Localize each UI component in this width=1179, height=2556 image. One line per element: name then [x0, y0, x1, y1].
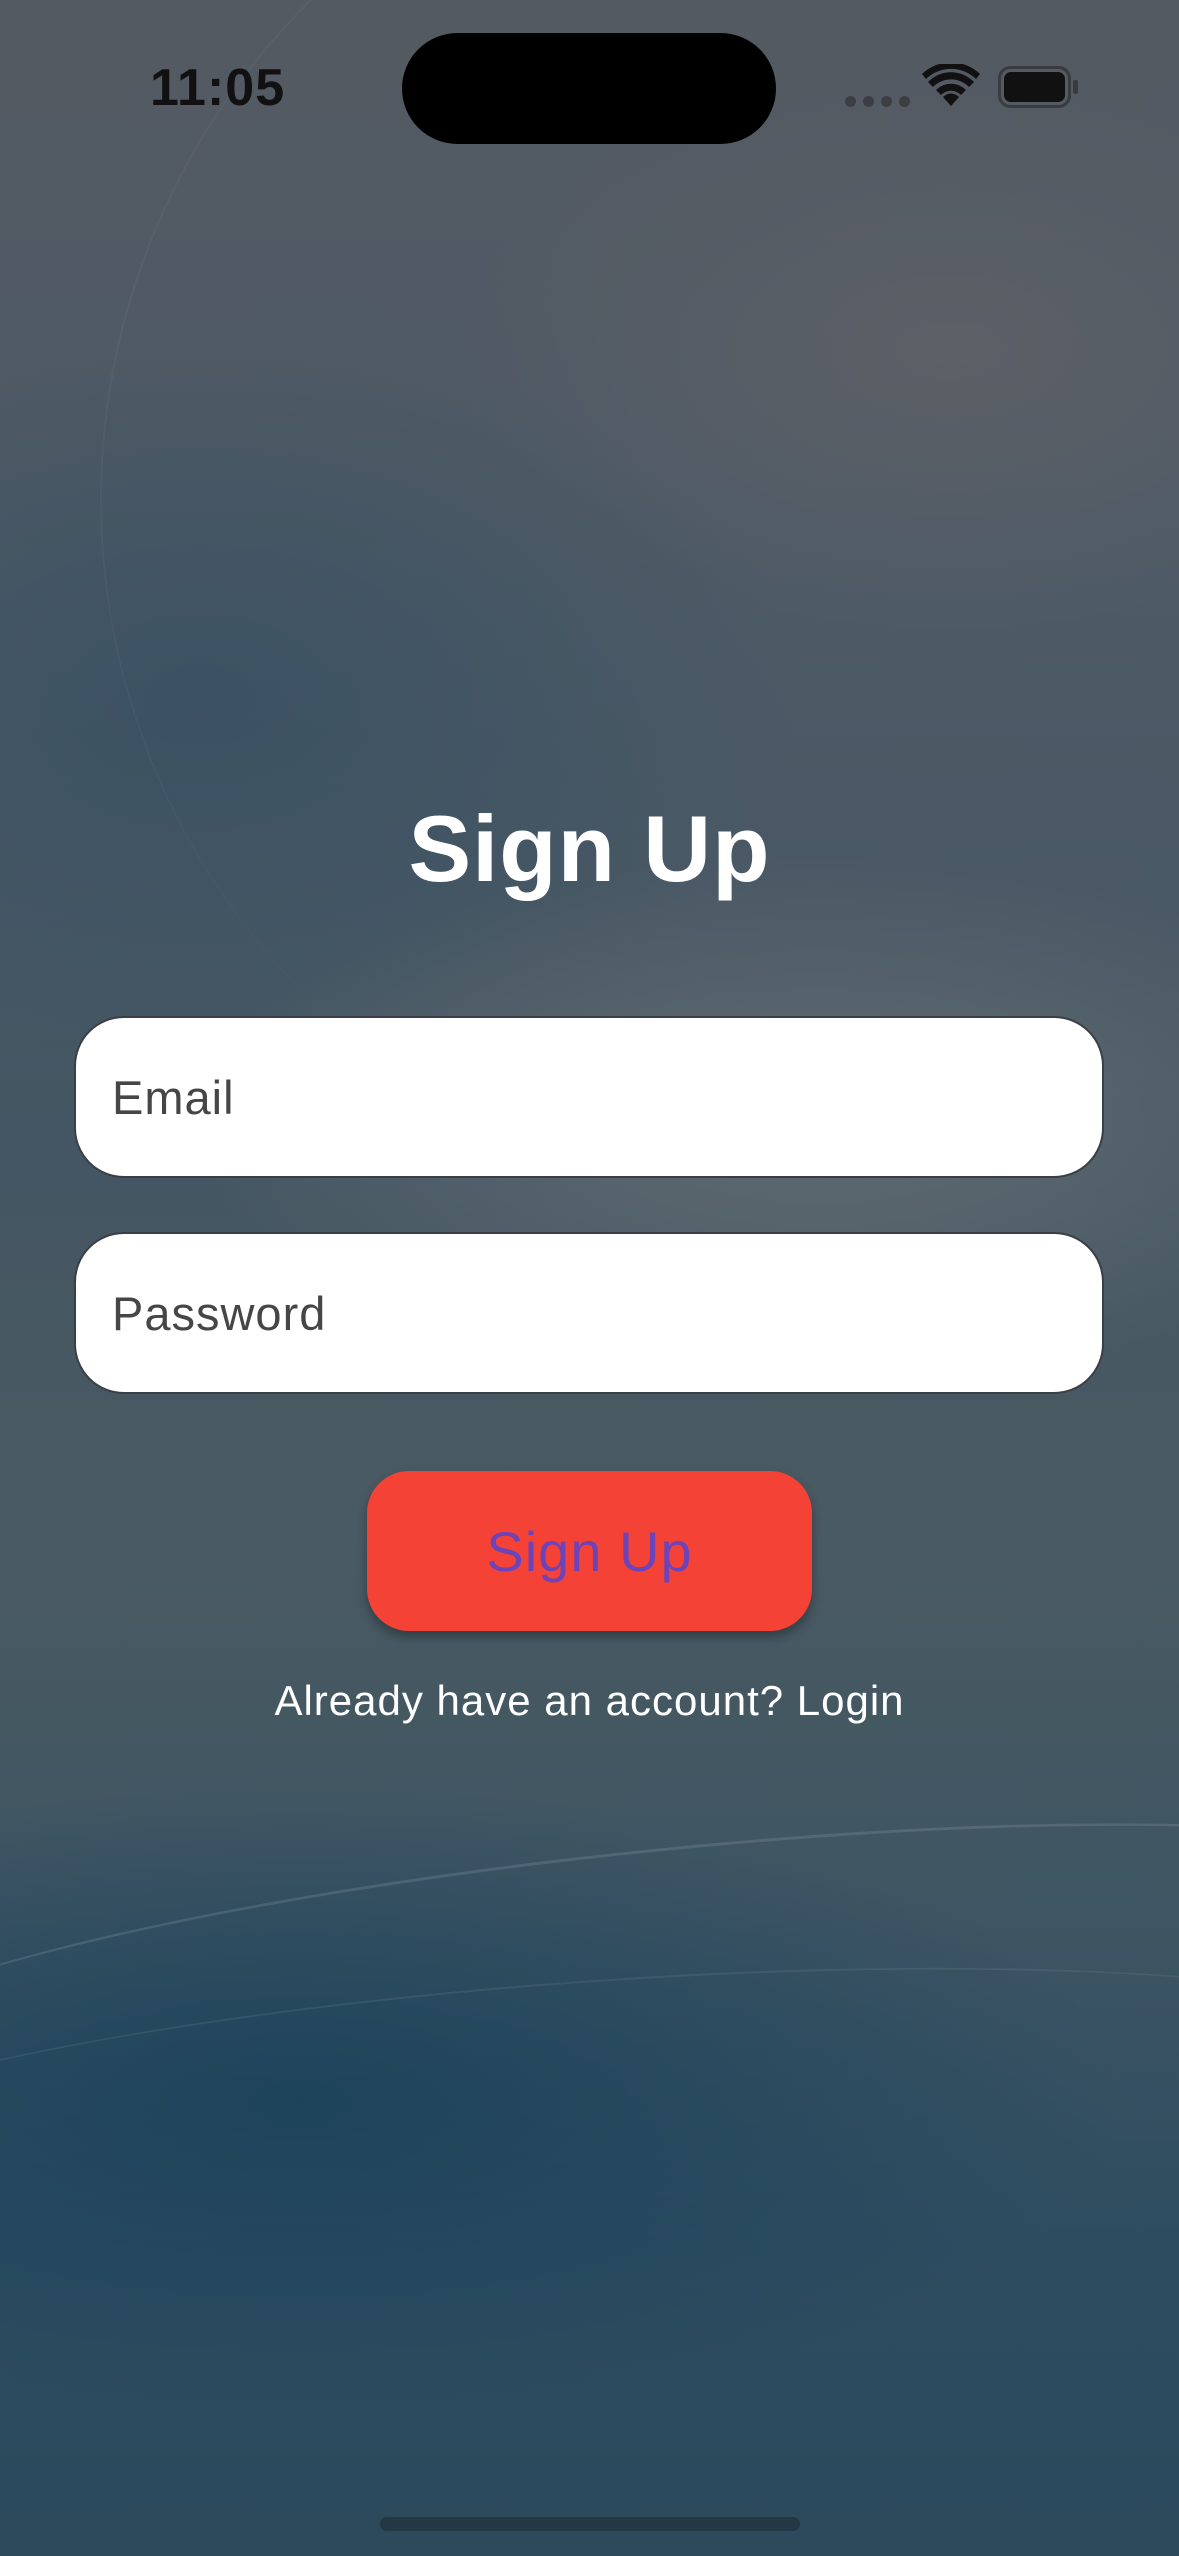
- email-field-container[interactable]: [74, 1016, 1104, 1178]
- home-indicator[interactable]: [380, 2517, 800, 2531]
- dynamic-island: [402, 33, 776, 144]
- wifi-icon: [922, 64, 980, 106]
- email-field[interactable]: [110, 1068, 1068, 1126]
- sign-up-button[interactable]: Sign Up: [367, 1471, 812, 1631]
- password-field-container[interactable]: [74, 1232, 1104, 1394]
- background-streak: [0, 0, 1179, 1398]
- signup-screen: 11:05 Sign Up Sign Up Already have an ac…: [0, 0, 1179, 2556]
- password-field[interactable]: [110, 1284, 1068, 1342]
- background-streak: [0, 1917, 1179, 2345]
- page-title: Sign Up: [408, 796, 771, 901]
- status-bar-time: 11:05: [150, 59, 286, 117]
- login-link[interactable]: Already have an account? Login: [0, 1677, 1179, 1725]
- battery-icon: [998, 66, 1078, 108]
- cellular-signal-icon: [845, 96, 910, 107]
- background-streak: [0, 1761, 1179, 2202]
